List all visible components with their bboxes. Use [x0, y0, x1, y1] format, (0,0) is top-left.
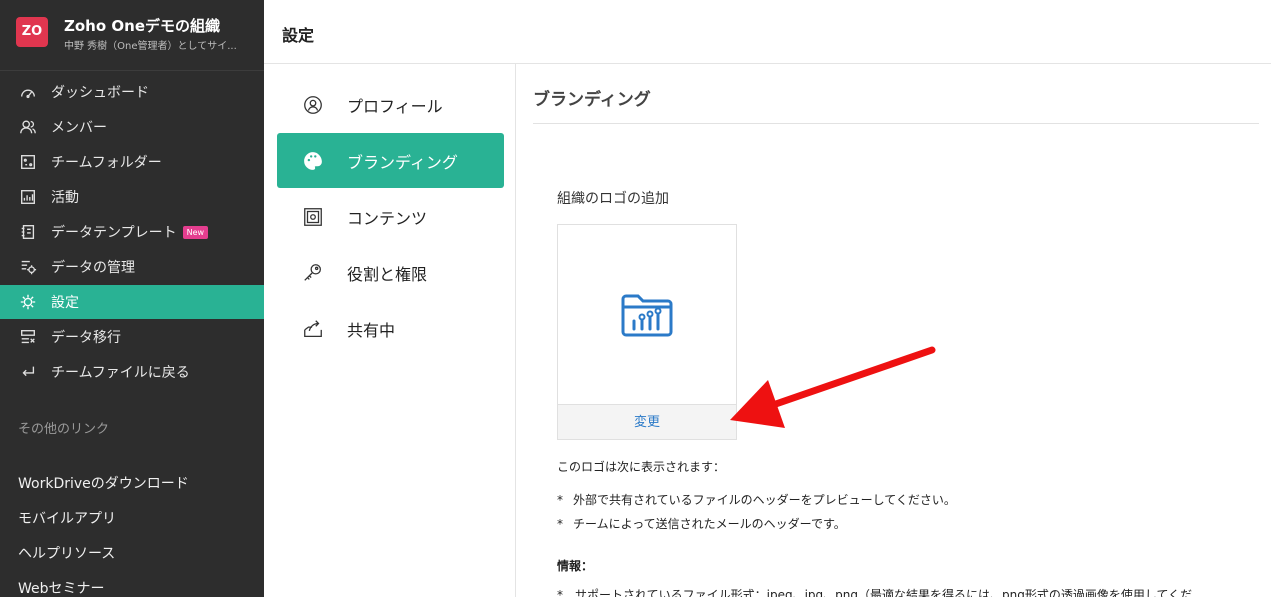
- sidebar-item-label: 活動: [51, 190, 79, 206]
- settings-item-label: プロフィール: [347, 96, 443, 116]
- sidebar-item-data-templates[interactable]: データテンプレート New: [0, 215, 264, 249]
- share-icon: [301, 317, 325, 341]
- settings-item-branding[interactable]: ブランディング: [277, 133, 504, 188]
- org-name: Zoho Oneデモの組織: [64, 17, 220, 35]
- members-icon: [18, 117, 38, 137]
- sidebar-item-label: データの管理: [51, 260, 135, 276]
- settings-item-label: コンテンツ: [347, 208, 428, 228]
- settings-item-label: ブランディング: [347, 152, 458, 172]
- change-logo-button[interactable]: 変更: [558, 404, 736, 439]
- logo-usage-title: このロゴは次に表示されます：: [557, 460, 726, 474]
- content-icon: [301, 205, 325, 229]
- sidebar-divider: [0, 70, 264, 71]
- sidebar-item-settings[interactable]: 設定: [0, 285, 264, 319]
- section-title: ブランディング: [533, 90, 651, 110]
- org-switcher[interactable]: ZO Zoho Oneデモの組織 中野 秀樹（One管理者）としてサイ...: [0, 0, 264, 64]
- settings-icon: [18, 292, 38, 312]
- bullet-text: 外部で共有されているファイルのヘッダーをプレビューしてください。: [573, 493, 956, 507]
- logo-preview-box: 変更: [557, 224, 737, 440]
- bullet-mark: *: [557, 493, 563, 507]
- folder-logo-icon: [621, 294, 673, 337]
- settings-item-profile[interactable]: プロフィール: [277, 77, 504, 132]
- data-management-icon: [18, 257, 38, 277]
- sidebar-item-label: メンバー: [51, 120, 107, 136]
- org-avatar: ZO: [16, 17, 48, 47]
- data-migration-icon: [18, 327, 38, 347]
- link-mobile-apps[interactable]: モバイルアプリ: [18, 508, 116, 528]
- org-subtitle: 中野 秀樹（One管理者）としてサイ...: [64, 41, 237, 52]
- settings-menu: プロフィール ブランディング コンテンツ 役割と権限 共有中: [264, 64, 516, 597]
- profile-icon: [301, 93, 325, 117]
- page-header: 設定: [264, 0, 1271, 64]
- sidebar-item-activity[interactable]: 活動: [0, 180, 264, 214]
- sidebar: ZO Zoho Oneデモの組織 中野 秀樹（One管理者）としてサイ... ダ…: [0, 0, 264, 597]
- back-icon: [18, 362, 38, 382]
- sidebar-item-label: データテンプレート: [51, 225, 177, 241]
- sidebar-item-data-management[interactable]: データの管理: [0, 250, 264, 284]
- link-webinars[interactable]: Webセミナー: [18, 578, 105, 597]
- sidebar-item-label: ダッシュボード: [51, 85, 149, 101]
- settings-item-label: 役割と権限: [347, 264, 428, 284]
- sidebar-item-label: チームファイルに戻る: [51, 365, 190, 381]
- sidebar-item-dashboard[interactable]: ダッシュボード: [0, 75, 264, 109]
- new-badge: New: [182, 225, 209, 239]
- logo-usage-item: * 外部で共有されているファイルのヘッダーをプレビューしてください。: [557, 491, 956, 508]
- annotation-arrow-icon: [730, 346, 936, 428]
- branding-panel: ブランディング 組織のロゴの追加 変更 このロゴは次に表示されます： * 外部で共…: [517, 64, 1271, 597]
- sidebar-item-data-migration[interactable]: データ移行: [0, 320, 264, 354]
- data-template-icon: [18, 222, 38, 242]
- settings-item-label: 共有中: [347, 320, 396, 340]
- settings-item-content[interactable]: コンテンツ: [277, 189, 504, 244]
- bullet-mark: *: [557, 517, 563, 531]
- sidebar-item-label: チームフォルダー: [51, 155, 162, 171]
- settings-item-roles[interactable]: 役割と権限: [277, 245, 504, 300]
- key-icon: [301, 261, 325, 285]
- activity-icon: [18, 187, 38, 207]
- page-title: 設定: [282, 26, 315, 45]
- sidebar-item-back-to-team-files[interactable]: チームファイルに戻る: [0, 355, 264, 389]
- settings-item-sharing[interactable]: 共有中: [277, 301, 504, 356]
- logo-usage-item: * チームによって送信されたメールのヘッダーです。: [557, 515, 846, 532]
- sidebar-item-label: 設定: [51, 295, 79, 311]
- bullet-text: チームによって送信されたメールのヘッダーです。: [573, 517, 846, 531]
- logo-heading: 組織のロゴの追加: [557, 191, 669, 207]
- link-workdrive-download[interactable]: WorkDriveのダウンロード: [18, 473, 189, 493]
- sidebar-item-members[interactable]: メンバー: [0, 110, 264, 144]
- sidebar-item-team-folders[interactable]: チームフォルダー: [0, 145, 264, 179]
- other-links-heading: その他のリンク: [18, 422, 110, 437]
- link-help-resources[interactable]: ヘルプリソース: [18, 543, 115, 563]
- palette-icon: [301, 149, 325, 173]
- section-divider: [533, 123, 1259, 124]
- info-heading: 情報：: [557, 559, 594, 573]
- dashboard-icon: [18, 82, 38, 102]
- supported-formats-text: * サポートされているファイル形式：jpeg、jpg、png（最適な結果を得るに…: [557, 588, 1193, 597]
- sidebar-item-label: データ移行: [51, 330, 121, 346]
- team-folder-icon: [18, 152, 38, 172]
